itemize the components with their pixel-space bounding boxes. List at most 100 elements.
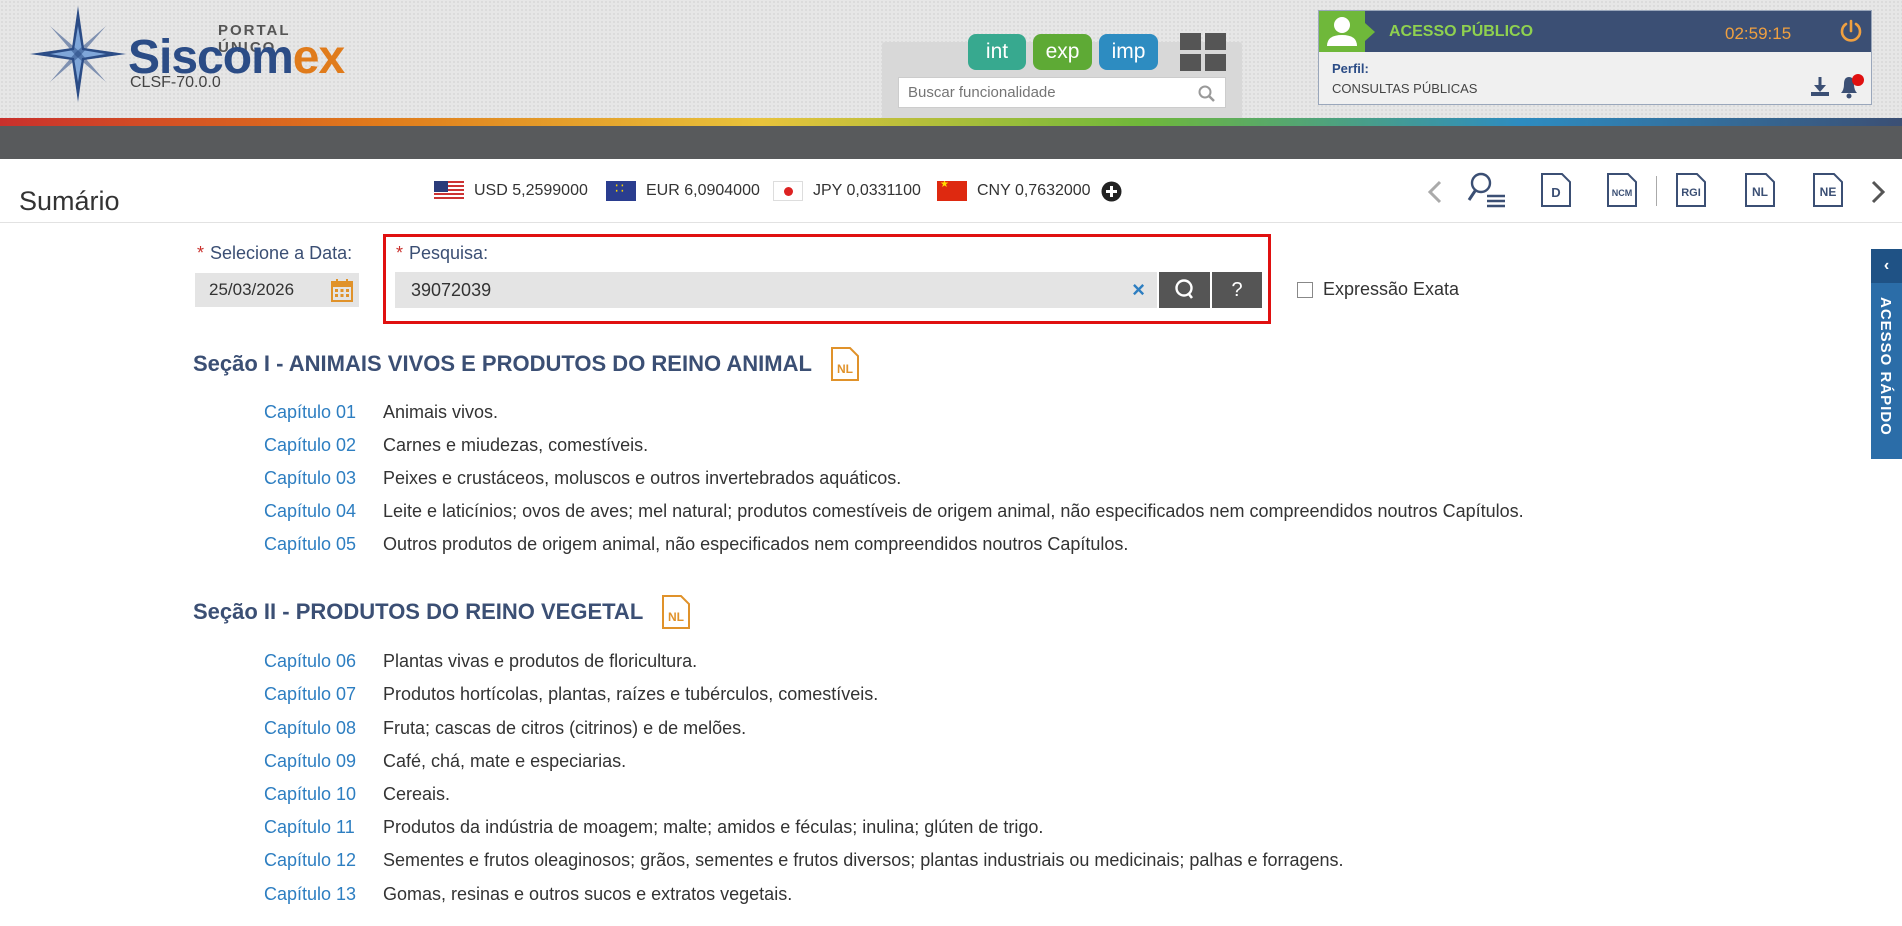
document-ncm-icon: NCM [1607,173,1637,207]
search-icon [1175,279,1194,299]
chapter-description: Outros produtos de origem animal, não es… [383,534,1129,554]
chapter-link[interactable]: Capítulo 05 [264,534,383,555]
help-button[interactable]: ? [1212,272,1262,308]
chapter-link[interactable]: Capítulo 07 [264,684,383,705]
svg-text:D: D [1551,185,1560,200]
checkbox-box[interactable] [1297,281,1313,298]
download-icon[interactable] [1809,75,1831,97]
svg-text:NCM: NCM [1612,188,1633,198]
chapter-description: Cereais. [383,784,451,804]
currency-eur: EUR 6,0904000 [606,181,760,201]
cn-flag-icon [937,181,967,201]
exact-expression-checkbox[interactable]: Expressão Exata [1297,279,1459,300]
chapter-link[interactable]: Capítulo 10 [264,784,383,805]
module-int-button[interactable]: int [968,34,1026,70]
chapter-link[interactable]: Capítulo 06 [264,651,383,672]
perfil-value: CONSULTAS PÚBLICAS [1332,81,1478,96]
chapter-description: Café, chá, mate e especiarias. [383,751,627,771]
quick-access-tab[interactable]: ‹ ACESSO RÁPIDO [1871,249,1902,459]
perfil-label: Perfil: [1332,61,1369,76]
currency-jpy: JPY 0,0331100 [773,181,921,201]
chapter-description: Fruta; cascas de citros (citrinos) e de … [383,718,747,738]
chapter-link[interactable]: Capítulo 04 [264,501,383,522]
chapter-row: Capítulo 11 Produtos da indústria de moag… [264,817,1043,838]
document-ne-icon: NE [1813,173,1843,207]
doc-ne-button[interactable]: NE [1812,172,1844,213]
chapter-description: Produtos hortícolas, plantas, raízes e t… [383,684,879,704]
chapter-description: Peixes e crustáceos, moluscos e outros i… [383,468,902,488]
chapter-link[interactable]: Capítulo 12 [264,850,383,871]
page-title: Sumário [19,186,120,216]
header: PORTAL ÚNICO Siscomex CLSF-70.0.0 int ex… [0,0,1902,118]
doc-rgi-button[interactable]: RGI [1675,172,1707,213]
chapter-description: Plantas vivas e produtos de floricultura… [383,651,698,671]
chapter-row: Capítulo 01 Animais vivos. [264,402,498,423]
compass-star-icon [30,6,126,102]
toolbar-divider [0,222,1902,223]
date-label: * Selecione a Data: [197,243,353,263]
calendar-icon[interactable] [331,278,353,302]
function-search-input[interactable] [899,78,1189,107]
svg-text:NL: NL [668,610,684,624]
svg-text:NE: NE [1820,185,1837,199]
version-label: CLSF-70.0.0 [130,74,221,91]
doc-d-button[interactable]: D [1540,172,1572,213]
search-field: × [395,272,1157,308]
toolbar-separator [1656,176,1657,206]
module-exp-button[interactable]: exp [1033,34,1092,70]
chapter-link[interactable]: Capítulo 01 [264,402,383,423]
chapter-row: Capítulo 03 Peixes e crustáceos, moluscos… [264,468,901,489]
chapter-description: Carnes e miudezas, comestíveis. [383,435,649,455]
access-label: ACESSO PÚBLICO [1389,23,1534,40]
document-rgi-icon: RGI [1676,173,1706,207]
nav-bar [0,126,1902,159]
chapter-description: Animais vivos. [383,402,499,422]
chapter-row: Capítulo 05 Outros produtos de origem ani… [264,534,1128,555]
search-button[interactable] [1159,272,1210,308]
power-icon[interactable] [1839,19,1863,43]
chevron-left-icon[interactable] [1427,179,1443,205]
user-panel: ACESSO PÚBLICO 02:59:15 Perfil: CONSULTA… [1318,10,1872,105]
chapter-row: Capítulo 10 Cereais. [264,784,450,805]
session-timer: 02:59:15 [1725,24,1792,43]
add-currency-icon[interactable] [1101,181,1122,202]
chapter-row: Capítulo 06 Plantas vivas e produtos de f… [264,651,697,672]
notification-bell-icon[interactable] [1837,73,1865,99]
chapter-row: Capítulo 07 Produtos hortícolas, plantas,… [264,684,878,705]
svg-text:NL: NL [837,362,853,376]
chapter-description: Leite e laticínios; ovos de aves; mel na… [383,501,1524,521]
date-field[interactable]: 25/03/2026 [195,273,359,307]
chevron-right-icon[interactable] [1870,179,1886,205]
chapter-link[interactable]: Capítulo 11 [264,817,383,838]
chapter-row: Capítulo 02 Carnes e miudezas, comestívei… [264,435,648,456]
currency-usd: USD 5,2599000 [434,181,588,201]
chapter-link[interactable]: Capítulo 02 [264,435,383,456]
nl-document-icon[interactable]: NL [661,594,691,630]
doc-nl-button[interactable]: NL [1744,172,1776,213]
chapter-link[interactable]: Capítulo 03 [264,468,383,489]
chapter-row: Capítulo 08 Fruta; cascas de citros (citr… [264,718,746,739]
chevron-left-icon[interactable]: ‹ [1871,249,1902,283]
chapter-link[interactable]: Capítulo 13 [264,884,383,905]
search-icon[interactable] [1198,85,1215,102]
date-value: 25/03/2026 [209,280,295,299]
chapter-link[interactable]: Capítulo 08 [264,718,383,739]
jp-flag-icon [773,181,803,201]
chapter-description: Sementes e frutos oleaginosos; grãos, se… [383,850,1344,870]
search-list-icon[interactable] [1467,170,1507,210]
eu-flag-icon [606,181,636,201]
siscomex-logo[interactable]: PORTAL ÚNICO Siscomex CLSF-70.0.0 [28,4,345,104]
chapter-row: Capítulo 04 Leite e laticínios; ovos de a… [264,501,1524,522]
chapter-description: Gomas, resinas e outros sucos e extratos… [383,884,793,904]
document-d-icon: D [1541,173,1571,207]
apps-grid-icon[interactable] [1180,33,1226,71]
exact-expression-label: Expressão Exata [1323,279,1460,299]
nl-document-icon[interactable]: NL [830,346,860,382]
search-label: * Pesquisa: [396,243,489,263]
search-input[interactable] [395,272,1115,308]
doc-ncm-button[interactable]: NCM [1606,172,1638,213]
module-imp-button[interactable]: imp [1099,34,1158,70]
chapter-link[interactable]: Capítulo 09 [264,751,383,772]
clear-icon[interactable]: × [1132,277,1145,303]
section-title: Seção I - ANIMAIS VIVOS E PRODUTOS DO RE… [193,346,860,382]
